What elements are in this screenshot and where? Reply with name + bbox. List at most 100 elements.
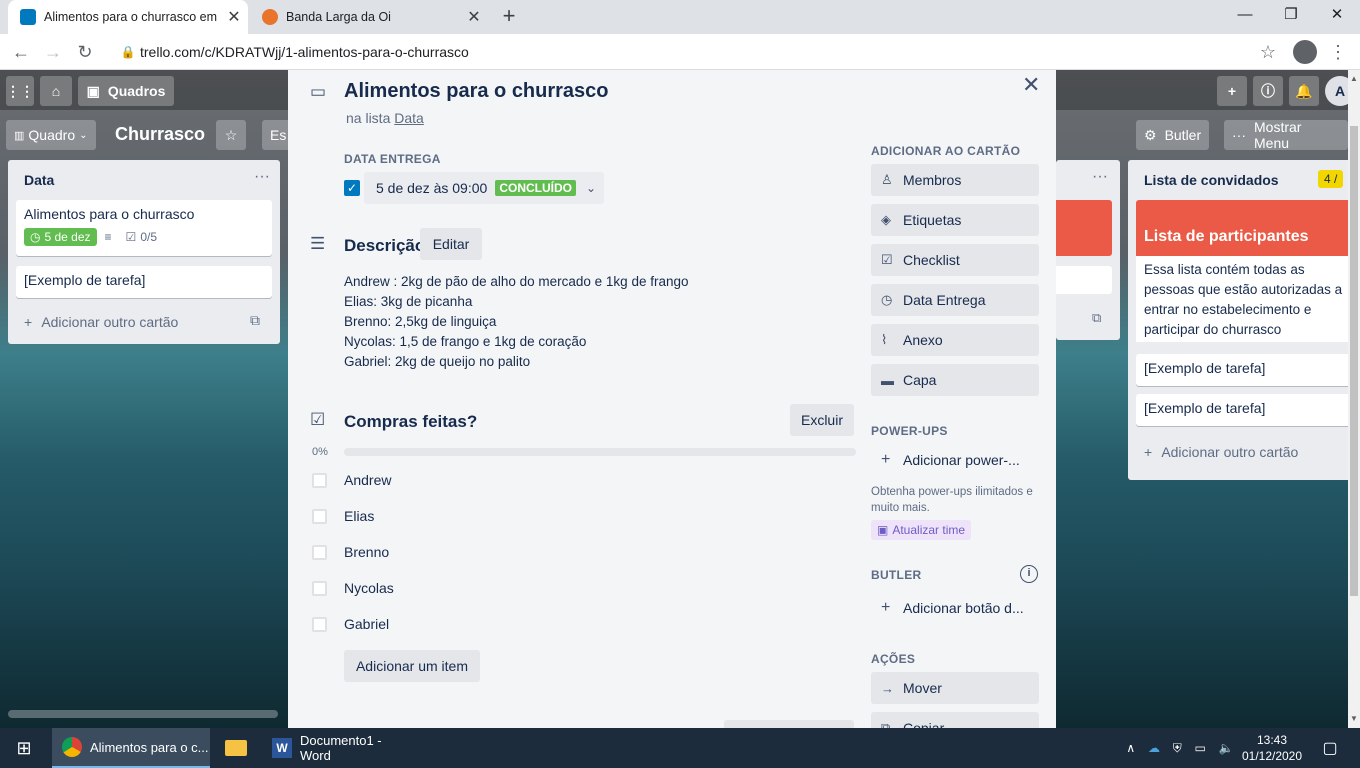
url-field[interactable]: 🔒 trello.com/c/KDRATWjj/1-alimentos-para…: [112, 38, 1288, 66]
checklist-title[interactable]: Compras feitas?: [344, 412, 477, 432]
card-description[interactable]: Essa lista contém todas as pessoas que e…: [1136, 256, 1348, 342]
maximize-button[interactable]: ❐: [1268, 0, 1314, 32]
checklist-item[interactable]: Elias: [312, 506, 374, 526]
close-icon[interactable]: ✕: [1022, 72, 1040, 98]
checkbox[interactable]: [312, 472, 327, 488]
close-tab-icon[interactable]: ✕: [220, 7, 248, 27]
attachment-button[interactable]: ⌇ Anexo: [871, 324, 1039, 356]
home-icon[interactable]: ⌂: [40, 76, 72, 106]
move-button[interactable]: → Mover: [871, 672, 1039, 704]
upgrade-label: Atualizar time: [892, 523, 966, 537]
delete-checklist-button[interactable]: Excluir: [790, 404, 854, 436]
windows-start-icon[interactable]: ⊞: [0, 728, 48, 768]
list-menu-icon[interactable]: ···: [1092, 168, 1108, 186]
close-window-button[interactable]: ✕: [1314, 0, 1360, 32]
scroll-thumb[interactable]: [1350, 126, 1358, 596]
upgrade-team-button[interactable]: ▣ Atualizar time: [871, 520, 972, 540]
card-title[interactable]: Alimentos para o churrasco: [344, 80, 609, 103]
user-avatar[interactable]: A: [1325, 76, 1348, 106]
butler-button[interactable]: ⚙ Butler: [1136, 120, 1210, 150]
list-title[interactable]: Data: [24, 172, 54, 188]
profile-avatar-icon[interactable]: [1293, 40, 1317, 64]
notification-icon[interactable]: ▢: [1316, 728, 1344, 768]
security-icon[interactable]: ⛨: [1173, 741, 1182, 756]
checkbox[interactable]: [312, 508, 327, 524]
template-icon[interactable]: ⧉: [1092, 310, 1101, 326]
info-icon[interactable]: i: [1020, 565, 1038, 583]
cover-icon: ▬: [881, 372, 894, 388]
cover-button[interactable]: ▬ Capa: [871, 364, 1039, 396]
checkbox[interactable]: [312, 616, 327, 632]
list-title[interactable]: Lista de convidados: [1144, 172, 1279, 188]
checklist-item[interactable]: Gabriel: [312, 614, 389, 634]
template-icon[interactable]: ⧉: [250, 312, 260, 329]
checklist-item[interactable]: Brenno: [312, 542, 389, 562]
copy-button[interactable]: ⧉ Copiar: [871, 712, 1039, 728]
close-tab-icon[interactable]: ✕: [460, 7, 488, 27]
list-link[interactable]: Data: [394, 110, 424, 126]
list-menu-icon[interactable]: ···: [254, 168, 270, 186]
checkbox[interactable]: [312, 544, 327, 560]
scroll-up-icon[interactable]: ▲: [1348, 74, 1360, 83]
browser-menu-icon[interactable]: ⋮: [1328, 40, 1348, 64]
create-plus-icon[interactable]: +: [1217, 76, 1247, 106]
card-cover-title[interactable]: Lista de participantes: [1136, 200, 1348, 256]
scroll-down-icon[interactable]: ▼: [1348, 714, 1360, 723]
edit-description-button[interactable]: Editar: [420, 228, 482, 260]
network-icon[interactable]: ▭: [1194, 741, 1205, 755]
labels-button[interactable]: ◈ Etiquetas: [871, 204, 1039, 236]
add-powerup-button[interactable]: + Adicionar power-...: [871, 444, 1039, 476]
add-checklist-item-button[interactable]: Adicionar um item: [344, 650, 480, 682]
checklist-item[interactable]: Andrew: [312, 470, 391, 490]
board-title[interactable]: Churrasco: [115, 124, 205, 145]
minimize-button[interactable]: —: [1222, 0, 1268, 32]
star-board-icon[interactable]: ☆: [216, 120, 246, 150]
card-exemplo[interactable]: [Exemplo de tarefa]: [1136, 394, 1348, 426]
show-menu-label: Mostrar Menu: [1254, 119, 1302, 151]
checklist-item-label: Gabriel: [344, 616, 390, 632]
labels-label: Etiquetas: [903, 212, 962, 228]
add-butler-button[interactable]: + Adicionar botão d...: [871, 592, 1039, 624]
page-scrollbar[interactable]: ▲ ▼: [1348, 70, 1360, 728]
due-date-sidebar-button[interactable]: ◷ Data Entrega: [871, 284, 1039, 316]
boards-button[interactable]: ▣ Quadros: [78, 76, 174, 106]
due-complete-checkbox[interactable]: ✓: [344, 180, 360, 196]
tab-oi[interactable]: Banda Larga da Oi ✕: [250, 0, 488, 34]
show-menu-button[interactable]: ··· Mostrar Menu: [1224, 119, 1348, 151]
board-view-button[interactable]: ▥ Quadro ⌄: [6, 120, 96, 150]
description-text[interactable]: Andrew : 2kg de pão de alho do mercado e…: [344, 272, 689, 372]
card-alimentos[interactable]: Alimentos para o churrasco ◷ 5 de dez ≡ ☑…: [16, 200, 272, 256]
checkbox[interactable]: [312, 580, 327, 596]
taskbar-chrome[interactable]: Alimentos para o c...: [52, 728, 210, 768]
board-horizontal-scrollbar[interactable]: [8, 710, 278, 718]
card-exemplo[interactable]: [Exemplo de tarefa]: [1136, 354, 1348, 386]
card-partial[interactable]: [1056, 266, 1112, 294]
add-card-button[interactable]: + Adicionar outro cartão: [24, 314, 178, 330]
bell-icon[interactable]: 🔔: [1289, 76, 1319, 106]
card-cover-red[interactable]: [1056, 200, 1112, 256]
checklist-item-label: Elias: [344, 508, 375, 524]
checklist-button[interactable]: ☑ Checklist: [871, 244, 1039, 276]
card-exemplo[interactable]: [Exemplo de tarefa]: [16, 266, 272, 298]
partial-button[interactable]: [724, 720, 854, 728]
due-date-button[interactable]: 5 de dez às 09:00 CONCLUÍDO ⌄: [364, 172, 605, 204]
tab-trello[interactable]: Alimentos para o churrasco em C ✕: [8, 0, 248, 34]
due-date-label: DATA ENTREGA: [344, 152, 441, 166]
new-tab-button[interactable]: +: [496, 4, 522, 30]
volume-icon[interactable]: 🔈: [1219, 741, 1234, 755]
taskbar-word[interactable]: W Documento1 - Word: [264, 728, 416, 768]
bookmark-star-icon[interactable]: ☆: [1260, 42, 1276, 63]
info-icon[interactable]: ⓘ: [1253, 76, 1283, 106]
clock[interactable]: 13:43 01/12/2020: [1240, 728, 1304, 768]
chevron-up-icon[interactable]: ∧: [1126, 741, 1135, 755]
members-button[interactable]: ♙ Membros: [871, 164, 1039, 196]
attachment-label: Anexo: [903, 332, 943, 348]
forward-icon[interactable]: →: [40, 40, 66, 66]
file-explorer-icon[interactable]: [218, 728, 254, 768]
add-card-button[interactable]: + Adicionar outro cartão: [1144, 444, 1298, 460]
back-icon[interactable]: ←: [8, 40, 34, 66]
apps-grid-icon[interactable]: ⋮⋮: [6, 76, 34, 106]
onedrive-icon[interactable]: ☁: [1148, 741, 1160, 755]
checklist-item[interactable]: Nycolas: [312, 578, 394, 598]
reload-icon[interactable]: ↻: [72, 40, 98, 66]
